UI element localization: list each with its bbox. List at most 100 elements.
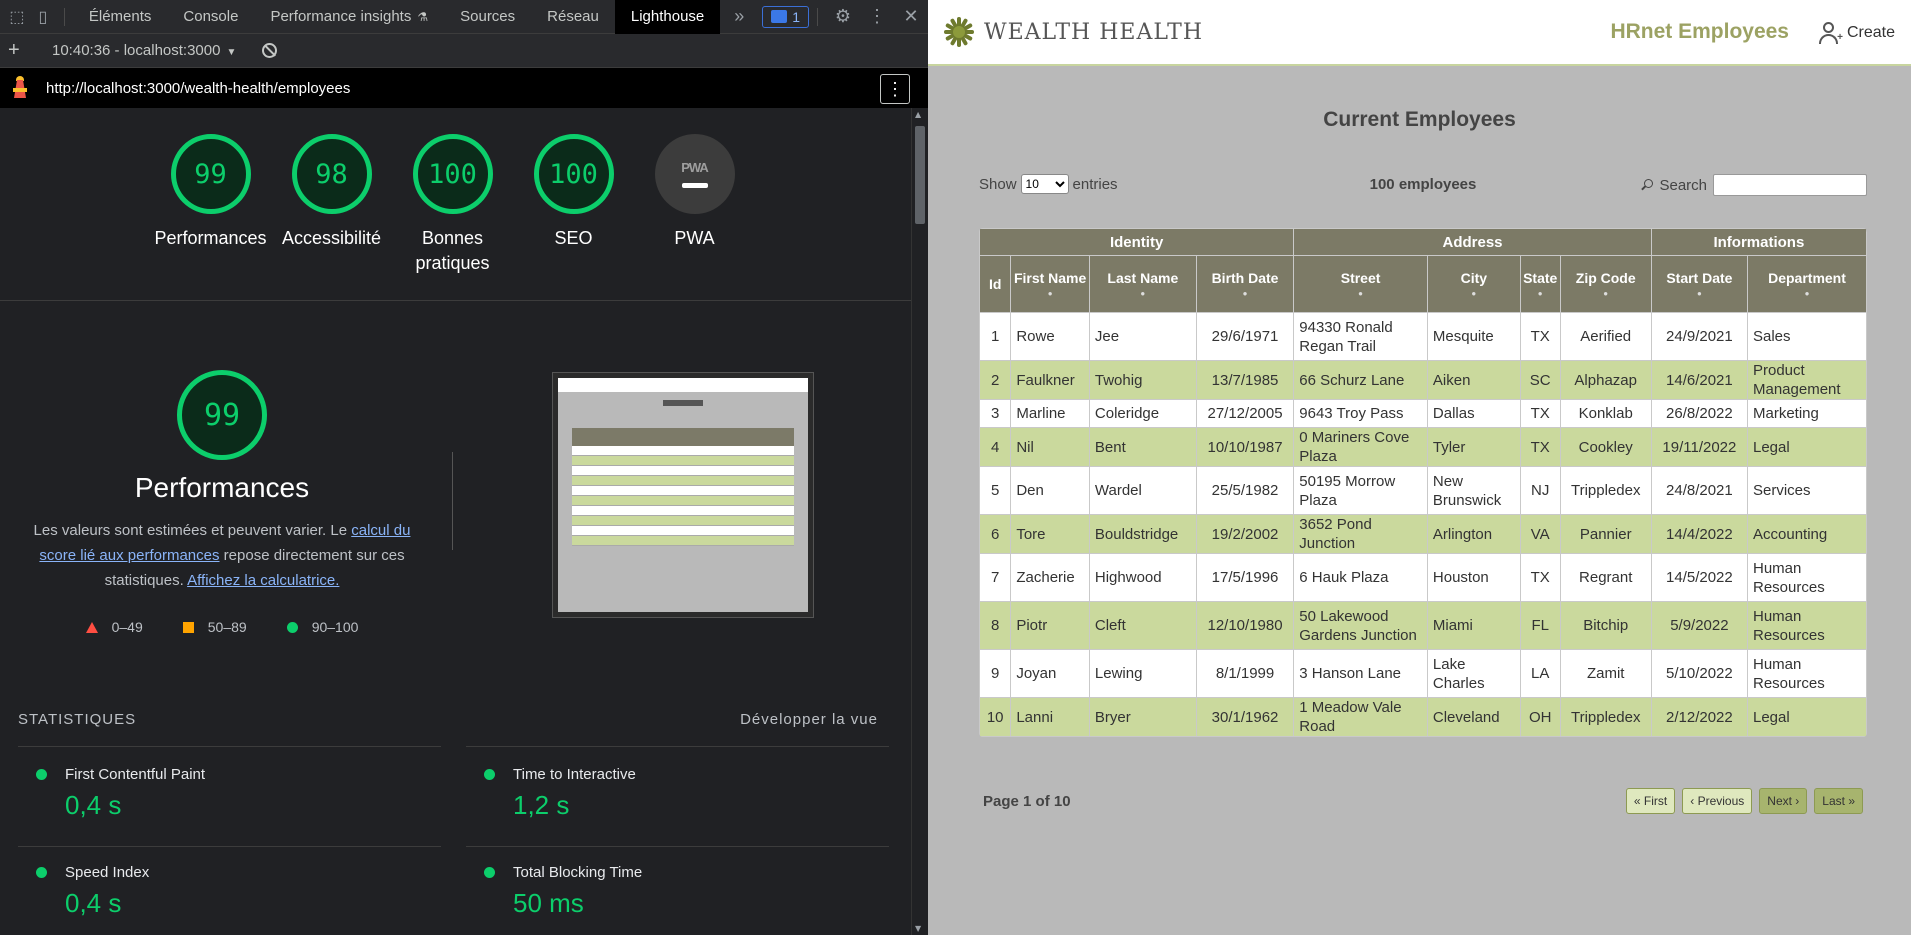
gauge-label: PWA (674, 228, 715, 248)
column-header-label: Id (988, 276, 1002, 292)
issues-badge[interactable]: 1 (762, 5, 809, 28)
table-row[interactable]: 3 Marline Coleridge 27/12/2005 9643 Troy Pas… (979, 399, 1867, 428)
table-row[interactable]: 2 Faulkner Twohig 13/7/1985 66 Schurz Lane Ai… (979, 360, 1867, 400)
inspect-element-icon[interactable]: ⬚ (4, 0, 30, 34)
table-cell: 9 (979, 649, 1012, 698)
table-cell: 5 (979, 466, 1012, 515)
table-row[interactable]: 1 Rowe Jee 29/6/1971 94330 Ronald Regan Trai… (979, 312, 1867, 361)
logo-core (953, 26, 965, 38)
metric-name: First Contentful Paint (65, 766, 206, 783)
table-cell: New Brunswick (1426, 466, 1521, 515)
first-page-button[interactable]: « First (1625, 788, 1676, 814)
table-row[interactable]: 6 Tore Bouldstridge 19/2/2002 3652 Pond Junc… (979, 514, 1867, 554)
table-cell: 94330 Ronald Regan Trail (1293, 312, 1428, 361)
table-cell: 8 (979, 601, 1012, 650)
more-tabs-icon[interactable]: » (726, 0, 752, 34)
column-header[interactable]: City ● (1426, 255, 1521, 313)
table-cell: 5/9/2022 (1650, 601, 1749, 650)
gauge-label: Bonnes pratiques (415, 228, 490, 273)
column-header[interactable]: Start Date ● (1650, 255, 1749, 313)
metric-time-to-interactive: Time to Interactive 1,2 s (466, 766, 889, 847)
column-header[interactable]: First Name ● (1010, 255, 1090, 313)
report-menu-icon[interactable]: ⋮ (880, 74, 910, 104)
report-selector[interactable]: 10:40:36 - localhost:3000 ▼ (52, 42, 236, 59)
table-cell: Aiken (1426, 360, 1521, 400)
table-row[interactable]: 7 Zacherie Highwood 17/5/1996 6 Hauk Plaza Ho… (979, 553, 1867, 602)
device-toolbar-icon[interactable]: ▯ (30, 0, 56, 34)
column-header[interactable]: Last Name ● (1088, 255, 1197, 313)
table-cell: Accounting (1747, 514, 1867, 554)
previous-page-button[interactable]: ‹ Previous (1682, 788, 1753, 814)
table-cell: 50 Lakewood Gardens Junction (1293, 601, 1428, 650)
metric-first-contentful-paint: First Contentful Paint 0,4 s (18, 766, 441, 847)
table-cell: NJ (1519, 466, 1561, 515)
column-header[interactable]: State ● (1519, 255, 1561, 313)
table-cell: VA (1519, 514, 1561, 554)
divider (18, 846, 441, 847)
table-cell: 12/10/1980 (1195, 601, 1295, 650)
divider (0, 300, 911, 301)
clear-all-icon[interactable] (262, 43, 278, 58)
scrollbar-thumb[interactable] (915, 126, 925, 224)
table-cell: Lake Charles (1426, 649, 1521, 698)
tab-console[interactable]: Console (167, 0, 254, 34)
table-row[interactable]: 9 Joyan Lewing 8/1/1999 3 Hanson Lane Lake Ch… (979, 649, 1867, 698)
scroll-up-icon[interactable]: ▲ (915, 110, 921, 119)
new-report-plus-icon[interactable]: + (8, 39, 28, 62)
column-header[interactable]: Id (979, 255, 1012, 313)
tab-performance-insights[interactable]: Performance insights ⚗ (254, 0, 444, 34)
app-header: WEALTH HEALTH HRnet Employees + Create (928, 0, 1911, 66)
gauge-accessibility[interactable]: 98 Accessibilité (271, 134, 392, 276)
gauge-seo[interactable]: 100 SEO (513, 134, 634, 276)
table-cell: 3 (979, 399, 1012, 428)
pwa-badge-icon: PWA (654, 134, 735, 214)
next-page-button[interactable]: Next › (1759, 788, 1808, 814)
column-header[interactable]: Street ● (1293, 255, 1428, 313)
report-selector-label: 10:40:36 - localhost:3000 (52, 42, 221, 59)
expand-view-toggle[interactable]: Développer la vue (740, 711, 878, 728)
table-row[interactable]: 5 Den Wardel 25/5/1982 50195 Morrow Plaza New… (979, 466, 1867, 515)
table-row[interactable]: 4 Nil Bent 10/10/1987 0 Mariners Cove Plaza T… (979, 427, 1867, 467)
divider (452, 452, 453, 550)
column-header[interactable]: Zip Code ● (1559, 255, 1652, 313)
calculator-link[interactable]: Affichez la calculatrice. (187, 572, 339, 589)
column-header[interactable]: Department ● (1747, 255, 1867, 313)
column-header-label: Street (1340, 270, 1381, 286)
scroll-down-icon[interactable]: ▼ (915, 924, 921, 933)
tab-network[interactable]: Réseau (531, 0, 615, 34)
final-screenshot-thumbnail[interactable] (552, 372, 814, 618)
tab-sources[interactable]: Sources (444, 0, 531, 34)
audited-url[interactable]: http://localhost:3000/wealth-health/empl… (46, 80, 350, 97)
gauge-best-practices[interactable]: 100 Bonnes pratiques (392, 134, 513, 276)
search-input[interactable] (1713, 174, 1867, 196)
close-icon[interactable]: ✕ (894, 0, 928, 34)
create-employee-link[interactable]: + Create (1818, 22, 1895, 44)
add-user-icon: + (1818, 22, 1843, 44)
table-cell: 6 (979, 514, 1012, 554)
gauge-pwa[interactable]: PWA PWA (634, 134, 755, 276)
statistics-title: STATISTIQUES (18, 711, 137, 728)
table-cell: Marketing (1747, 399, 1867, 428)
page-info: Page 1 of 10 (983, 793, 1071, 810)
tab-lighthouse[interactable]: Lighthouse (614, 0, 721, 34)
kebab-menu-icon[interactable]: ⋮ (860, 0, 894, 34)
metric-name: Time to Interactive (513, 766, 636, 783)
gauge-performance[interactable]: 99 Performances (150, 134, 271, 276)
last-page-button[interactable]: Last » (1814, 788, 1863, 814)
table-cell: TX (1519, 312, 1561, 361)
square-icon (182, 621, 194, 633)
report-scrollbar[interactable]: ▲ ▼ (911, 108, 928, 935)
table-row[interactable]: 8 Piotr Cleft 12/10/1980 50 Lakewood Gardens… (979, 601, 1867, 650)
tab-elements[interactable]: Éléments (73, 0, 168, 34)
score-legend: 0–49 50–89 90–100 (22, 619, 422, 635)
employees-table: Identity Address Informations Id First Na… (979, 228, 1867, 737)
table-cell: Arlington (1426, 514, 1521, 554)
settings-gear-icon[interactable]: ⚙ (826, 0, 860, 34)
gauge-label: SEO (554, 228, 593, 248)
table-cell: TX (1519, 399, 1561, 428)
table-cell: OH (1519, 697, 1561, 737)
table-row[interactable]: 10 Lanni Bryer 30/1/1962 1 Meadow Vale Road C… (979, 697, 1867, 737)
wealth-health-logo-icon[interactable] (944, 17, 974, 47)
column-header[interactable]: Birth Date ● (1195, 255, 1295, 313)
flask-icon: ⚗ (417, 9, 429, 24)
